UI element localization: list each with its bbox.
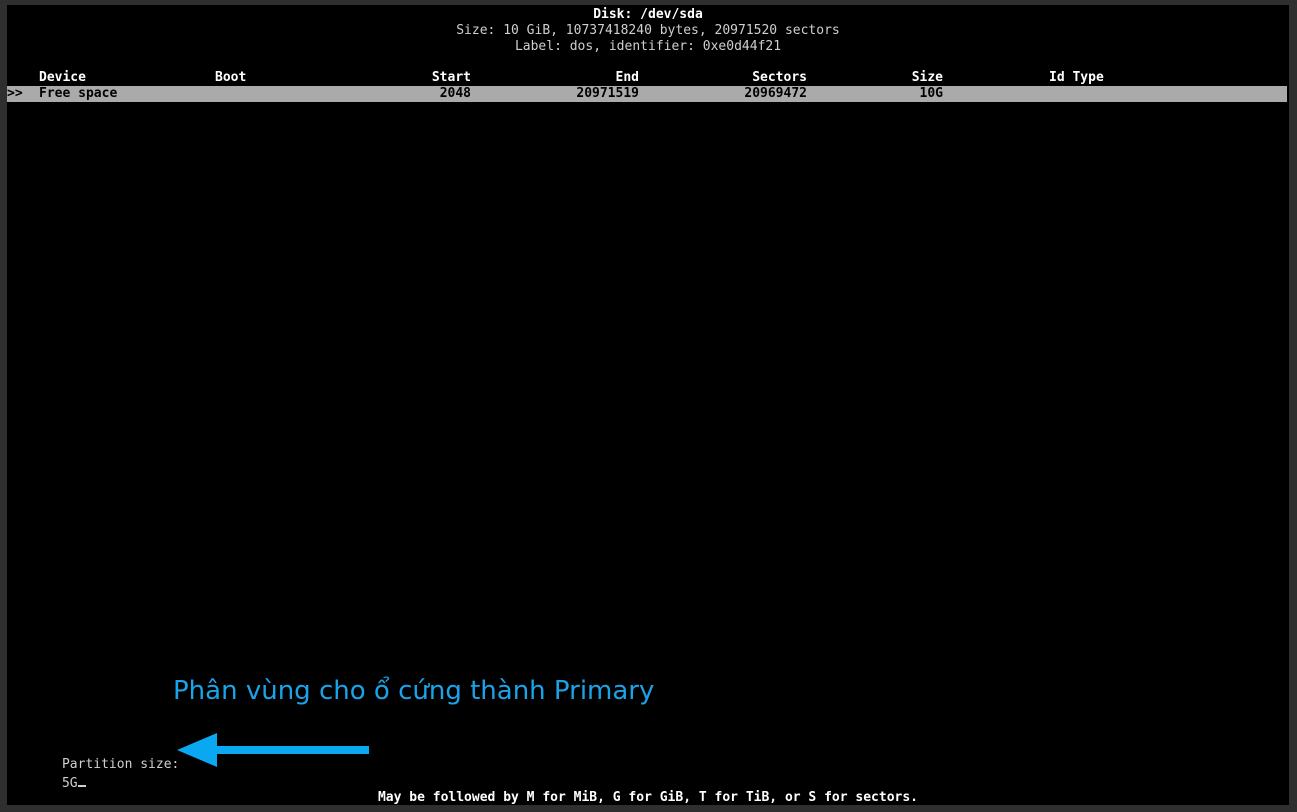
- annotation-caption: Phân vùng cho ổ cứng thành Primary: [173, 676, 655, 706]
- col-size: Size: [911, 70, 943, 85]
- disk-title: Disk: /dev/sda: [593, 7, 703, 22]
- disk-label-info: Label: dos, identifier: 0xe0d44f21: [514, 39, 782, 54]
- prompt-label: Partition size:: [61, 757, 180, 772]
- col-start: Start: [431, 70, 471, 85]
- col-boot: Boot: [215, 70, 247, 85]
- col-device: Device: [39, 70, 86, 85]
- partition-row-selected[interactable]: >> Free space 2048 20971519 20969472 10G: [7, 86, 1287, 102]
- row-size: 10G: [919, 86, 943, 101]
- selection-marker: >>: [7, 86, 23, 101]
- partition-size-input[interactable]: 5G: [62, 776, 78, 791]
- row-end: 20971519: [576, 86, 639, 101]
- text-cursor: [77, 773, 86, 787]
- col-idtype: Id Type: [1049, 70, 1104, 85]
- terminal-screen: Disk: /dev/sda Size: 10 GiB, 10737418240…: [7, 5, 1289, 805]
- row-sectors: 20969472: [744, 86, 807, 101]
- col-end: End: [615, 70, 639, 85]
- col-sectors: Sectors: [752, 70, 807, 85]
- row-device: Free space: [39, 86, 118, 101]
- arrow-left-icon: [177, 733, 369, 767]
- disk-size-info: Size: 10 GiB, 10737418240 bytes, 2097152…: [456, 23, 840, 38]
- window-frame: Disk: /dev/sda Size: 10 GiB, 10737418240…: [0, 0, 1297, 812]
- size-unit-hint: May be followed by M for MiB, G for GiB,…: [377, 790, 919, 805]
- row-start: 2048: [439, 86, 471, 101]
